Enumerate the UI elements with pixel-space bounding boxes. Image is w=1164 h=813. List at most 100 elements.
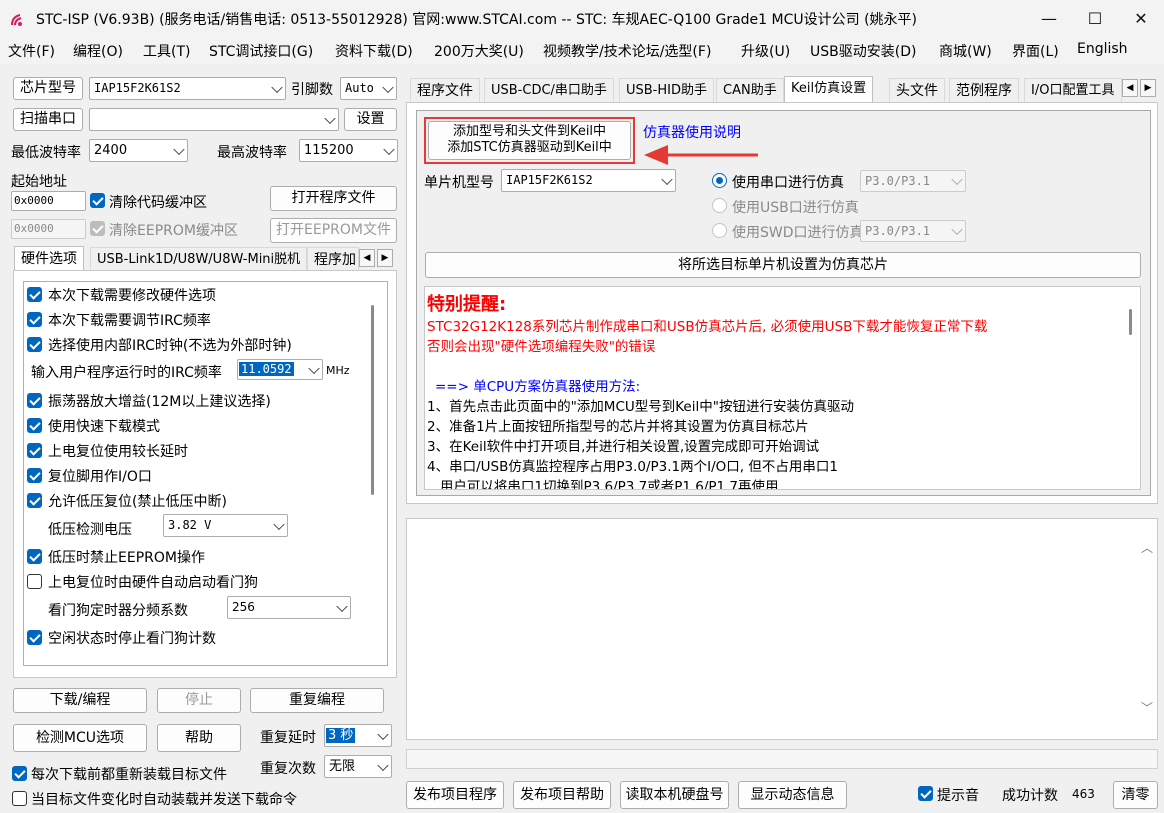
menu-downloads[interactable]: 资料下载(D) xyxy=(335,41,413,61)
tab-program-file[interactable]: 程序文件 xyxy=(410,78,480,102)
clear-code-buffer-checkbox[interactable] xyxy=(90,193,105,208)
mcu-model-select[interactable]: IAP15F2K61S2 xyxy=(501,169,676,192)
pin-count-select[interactable]: Auto xyxy=(340,77,397,100)
output-log[interactable]: ︿ ﹀ xyxy=(406,518,1158,740)
menu-file[interactable]: 文件(F) xyxy=(8,41,55,61)
check-mcu-options-button[interactable]: 检测MCU选项 xyxy=(13,724,147,752)
option-checkbox-low-voltage-reset[interactable] xyxy=(27,493,42,508)
option-checkbox-reset-pin-io[interactable] xyxy=(27,468,42,483)
wdt-prescaler-select[interactable]: 256 xyxy=(227,596,351,619)
option-label: 空闲状态时停止看门狗计数 xyxy=(48,631,216,647)
auto-load-on-change-checkbox[interactable] xyxy=(12,791,27,806)
code-start-address-input[interactable]: 0x0000 xyxy=(11,191,86,211)
tab-usb-link-offline[interactable]: USB-Link1D/U8W/U8W-Mini脱机 xyxy=(90,247,308,271)
tab-scroll-left-icon[interactable]: ◀ xyxy=(1122,79,1138,97)
option-checkbox-modify-hw[interactable] xyxy=(27,287,42,302)
clear-count-button[interactable]: 清零 xyxy=(1113,781,1158,809)
menu-upgrade[interactable]: 升级(U) xyxy=(741,41,790,61)
sound-hint-checkbox[interactable] xyxy=(918,786,933,801)
lvd-label: 低压检测电压 xyxy=(48,522,132,538)
use-serial-radio[interactable] xyxy=(712,173,727,188)
use-usb-radio[interactable] xyxy=(712,198,727,213)
serial-pins-select[interactable]: P3.0/P3.1 xyxy=(860,170,966,192)
emulator-help-link[interactable]: 仿真器使用说明 xyxy=(643,122,741,142)
option-checkbox-fast-download[interactable] xyxy=(27,418,42,433)
menu-english[interactable]: English xyxy=(1077,41,1128,57)
menu-debug-interface[interactable]: STC调试接口(G) xyxy=(209,41,313,61)
tab-header-file[interactable]: 头文件 xyxy=(889,78,945,102)
tab-examples[interactable]: 范例程序 xyxy=(949,78,1019,102)
menu-program[interactable]: 编程(O) xyxy=(73,41,123,61)
max-baud-select[interactable]: 115200 xyxy=(299,139,398,162)
tab-can[interactable]: CAN助手 xyxy=(716,78,784,102)
progress-bar xyxy=(406,749,1158,769)
option-checkbox-osc-gain[interactable] xyxy=(27,393,42,408)
reload-before-download-checkbox[interactable] xyxy=(12,766,27,781)
repeat-count-value: 无限 xyxy=(329,759,356,774)
set-as-emulator-button[interactable]: 将所选目标单片机设置为仿真芯片 xyxy=(425,252,1141,278)
tab-scroll-right-icon[interactable]: ▶ xyxy=(1140,79,1156,97)
max-baud-value: 115200 xyxy=(304,143,354,158)
menu-prize[interactable]: 200万大奖(U) xyxy=(434,41,524,61)
scroll-up-icon[interactable]: ︿ xyxy=(1141,539,1153,556)
options-scrollbar[interactable] xyxy=(371,305,374,495)
tab-program-encrypt[interactable]: 程序加 xyxy=(307,247,359,271)
option-checkbox-internal-irc[interactable] xyxy=(27,337,42,352)
option-checkbox-low-voltage-eeprom[interactable] xyxy=(27,549,42,564)
menu-usb-driver[interactable]: USB驱动安装(D) xyxy=(810,41,916,61)
reprogram-button[interactable]: 重复编程 xyxy=(250,688,384,713)
open-program-file-button[interactable]: 打开程序文件 xyxy=(270,186,397,211)
repeat-count-select[interactable]: 无限 xyxy=(324,755,392,778)
add-model-to-keil-button[interactable]: 添加型号和头文件到Keil中 添加STC仿真器驱动到Keil中 xyxy=(428,121,631,160)
chevron-down-icon xyxy=(951,173,963,186)
chip-type-select[interactable]: IAP15F2K61S2 xyxy=(89,77,286,100)
scroll-down-icon[interactable]: ﹀ xyxy=(1141,699,1153,716)
tab-keil-emulation[interactable]: Keil仿真设置 xyxy=(784,76,874,102)
help-button[interactable]: 帮助 xyxy=(157,724,241,752)
tab-usb-hid[interactable]: USB-HID助手 xyxy=(619,78,714,102)
minimize-button[interactable]: — xyxy=(1026,0,1072,38)
publish-help-button[interactable]: 发布项目帮助 xyxy=(513,781,611,809)
clear-eeprom-buffer-checkbox[interactable] xyxy=(90,221,105,236)
use-swd-radio[interactable] xyxy=(712,223,727,238)
tab-usb-cdc-serial[interactable]: USB-CDC/串口助手 xyxy=(484,78,614,102)
scan-port-button[interactable]: 扫描串口 xyxy=(13,108,83,131)
chevron-down-icon xyxy=(377,728,389,740)
use-swd-label: 使用SWD口进行仿真 xyxy=(732,225,864,241)
chip-type-value: IAP15F2K61S2 xyxy=(94,81,181,95)
option-label: 复位脚用作I/O口 xyxy=(48,469,152,485)
port-select[interactable] xyxy=(89,108,339,131)
emulator-notes-textarea[interactable]: 特别提醒: STC32G12K128系列芯片制作成串口和USB仿真芯片后, 必须… xyxy=(424,286,1141,490)
tab-io-config[interactable]: I/O口配置工具 xyxy=(1024,78,1122,102)
option-checkbox-long-reset-delay[interactable] xyxy=(27,443,42,458)
menu-tools[interactable]: 工具(T) xyxy=(143,41,190,61)
notes-scrollbar[interactable] xyxy=(1129,309,1132,335)
eeprom-start-address-input[interactable]: 0x0000 xyxy=(11,219,86,239)
download-program-button[interactable]: 下载/编程 xyxy=(13,688,147,713)
irc-frequency-select[interactable]: 11.0592 xyxy=(237,359,323,380)
read-disk-id-button[interactable]: 读取本机硬盘号 xyxy=(620,781,729,809)
swd-pins-select[interactable]: P3.0/P3.1 xyxy=(860,220,966,242)
chip-type-button[interactable]: 芯片型号 xyxy=(13,77,83,100)
option-checkbox-hw-watchdog[interactable] xyxy=(27,574,42,589)
min-baud-select[interactable]: 2400 xyxy=(89,139,188,162)
step-line: 2、准备1片上面按钮所指型号的芯片并将其设置为仿真目标芯片 xyxy=(427,419,809,435)
option-checkbox-idle-stop-wdt[interactable] xyxy=(27,630,42,645)
close-button[interactable]: ✕ xyxy=(1118,0,1164,38)
publish-project-button[interactable]: 发布项目程序 xyxy=(406,781,504,809)
show-dynamic-info-button[interactable]: 显示动态信息 xyxy=(738,781,847,809)
min-baud-label: 最低波特率 xyxy=(11,145,81,161)
lvd-select[interactable]: 3.82 V xyxy=(163,514,288,537)
repeat-delay-select[interactable]: 3 秒 xyxy=(324,724,392,747)
tab-scroll-right-icon[interactable]: ▶ xyxy=(377,249,393,267)
option-checkbox-adjust-irc[interactable] xyxy=(27,312,42,327)
maximize-button[interactable]: ☐ xyxy=(1072,0,1118,38)
settings-button[interactable]: 设置 xyxy=(344,108,397,131)
tab-hardware-options[interactable]: 硬件选项 xyxy=(14,246,84,270)
tab-scroll-left-icon[interactable]: ◀ xyxy=(359,249,375,267)
menu-interface[interactable]: 界面(L) xyxy=(1012,41,1059,61)
menu-shop[interactable]: 商城(W) xyxy=(939,41,992,61)
open-eeprom-file-button[interactable]: 打开EEPROM文件 xyxy=(270,218,397,243)
stop-button[interactable]: 停止 xyxy=(157,688,241,713)
menu-video-forum[interactable]: 视频教学/技术论坛/选型(F) xyxy=(543,41,711,61)
